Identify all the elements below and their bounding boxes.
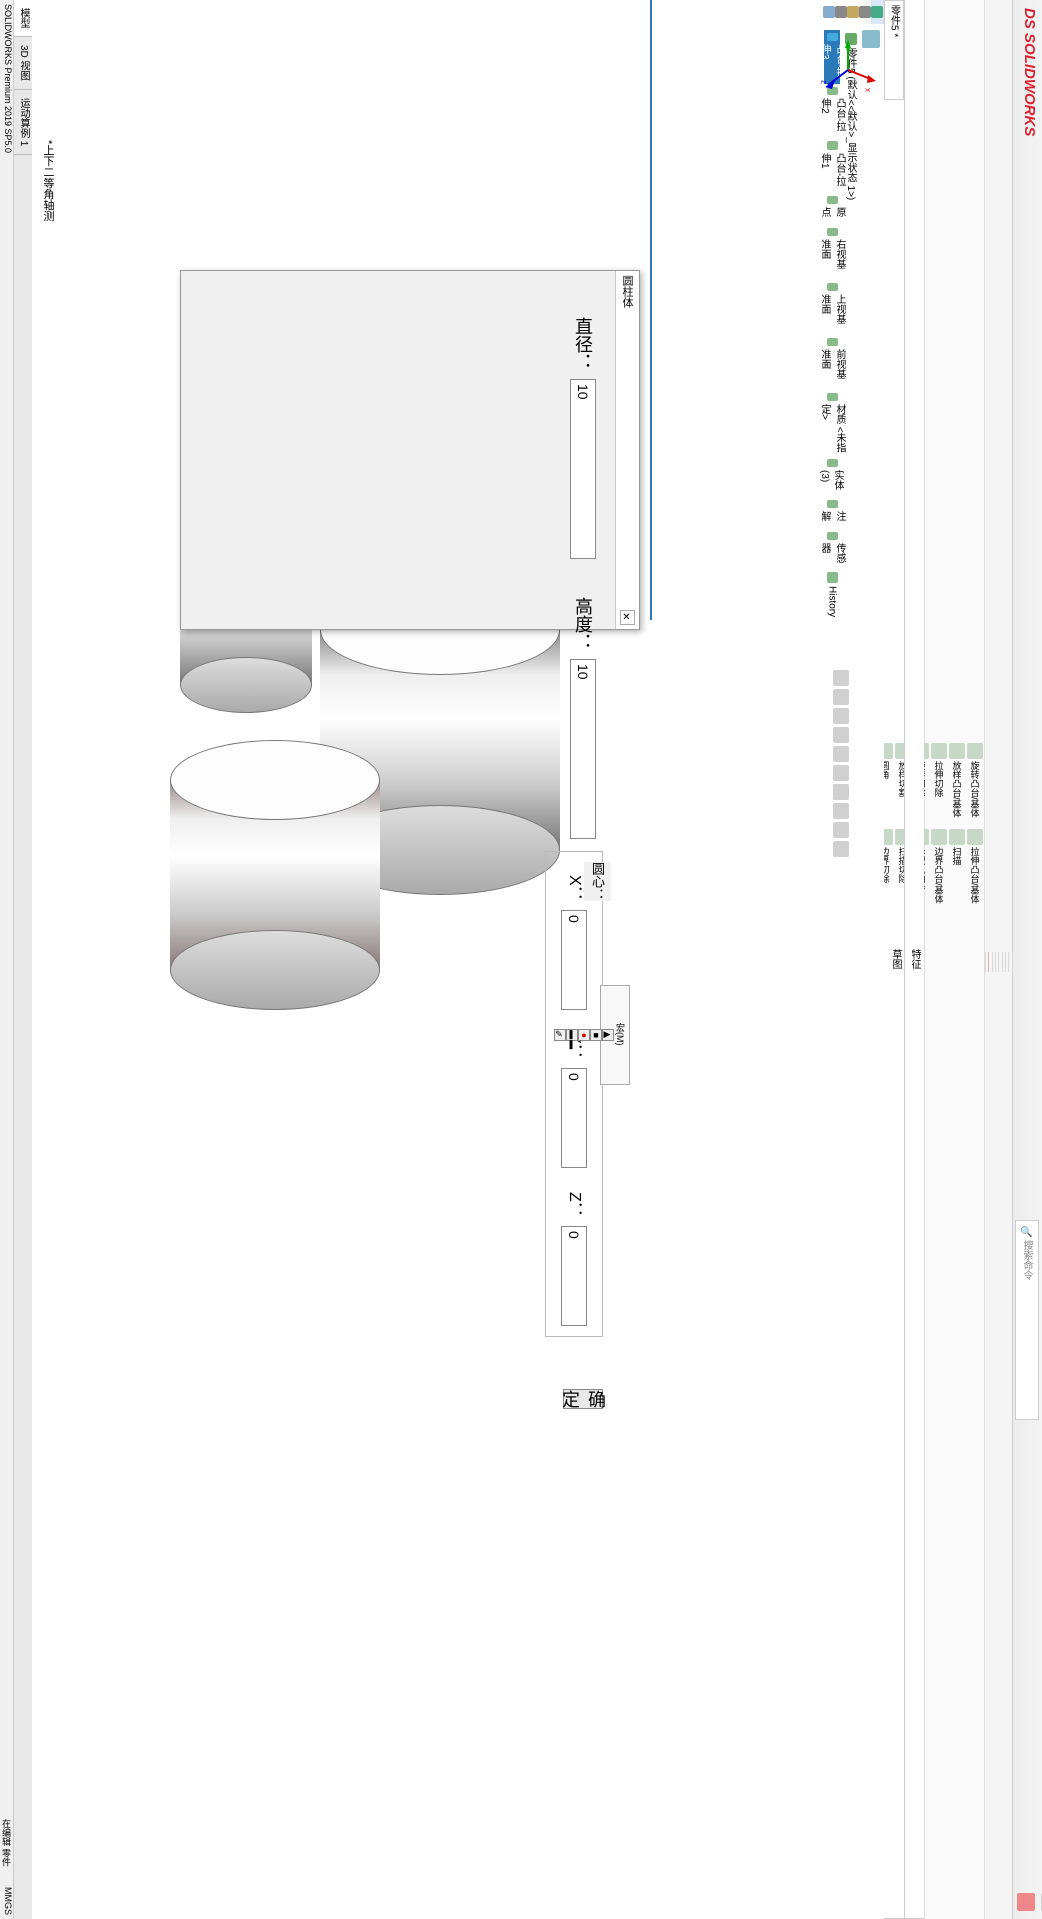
tree-tab-config[interactable] [847,0,859,24]
tree-item-材质 <未指定>[interactable]: 材质 <未指定> [824,390,840,456]
cylinder-dialog: 圆柱体 ✕ 直径： 高度： 圆心： X： Y： Z： 确定 [180,270,640,630]
svg-text:z: z [820,80,829,84]
ribbon-icon [949,829,965,845]
document-tab[interactable]: 零件5 * [884,0,904,100]
tree-item-icon [827,338,838,346]
zoom-area-icon[interactable] [833,689,849,705]
status-bar: SOLIDWORKS Premium 2019 SP5.0 在编辑 零件 MMG… [0,0,14,1919]
ribbon-icon [949,743,965,759]
tree-item-icon [827,393,838,401]
macro-play-icon[interactable]: ▶ [602,1029,614,1041]
height-label: 高度： [570,571,596,651]
tree-item-icon [827,141,838,149]
tree-item-原点[interactable]: 原点 [824,193,840,225]
zoom-fit-icon[interactable] [833,670,849,686]
display-style-icon[interactable] [833,765,849,781]
macro-pause-icon[interactable]: ❚❚ [566,1029,578,1041]
ribbon-icon [931,743,947,759]
tree-item-注解[interactable]: 注解 [824,497,840,529]
appearance-icon[interactable] [833,803,849,819]
hide-show-icon[interactable] [833,784,849,800]
status-units[interactable]: MMGS [0,1887,13,1915]
tree-tab-dim[interactable] [835,0,847,24]
ribbon-旋转凸台/基体[interactable]: 旋转凸台/基体 [966,737,984,824]
ribbon-放样凸台/基体[interactable]: 放样凸台/基体 [948,737,966,824]
ribbon-icon [967,829,983,845]
height-input[interactable] [570,659,596,839]
x-input[interactable] [561,910,587,1010]
tree-item-icon [827,500,838,508]
ribbon-拉伸凸台/基体[interactable]: 拉伸凸台/基体 [966,823,984,910]
status-editing: 在编辑 零件 [0,1819,13,1867]
section-view-icon[interactable] [833,727,849,743]
tree-item-icon [827,196,838,204]
svg-text:x: x [864,88,873,92]
view-orient-icon[interactable] [833,746,849,762]
close-icon[interactable] [1017,1893,1035,1911]
x-label: X： [562,862,586,902]
app-logo: DS SOLIDWORKS [1017,0,1042,1919]
view-orientation-label: *上下二等角轴测 [40,140,56,221]
ribbon-边界凸台/基体[interactable]: 边界凸台/基体 [930,823,948,910]
tree-item-icon [827,532,838,540]
ribbon-icon [967,743,983,759]
ribbon-扫描[interactable]: 扫描 [948,823,966,910]
center-group-label: 圆心： [584,862,611,901]
search-input[interactable]: 🔍 搜索命令 [1015,1220,1039,1420]
tree-tab-display[interactable] [823,0,835,24]
macro-record-icon[interactable]: ● [578,1029,590,1041]
ribbon-拉伸切除[interactable]: 拉伸切除 [930,737,948,824]
tree-tab-feature[interactable] [871,0,883,24]
cm-tab-草图[interactable]: 草图 [886,0,905,1919]
tree-tab-property[interactable] [859,0,871,24]
z-label: Z： [562,1178,586,1218]
prev-view-icon[interactable] [833,708,849,724]
macro-edit-icon[interactable]: ✎ [554,1029,566,1041]
cylinder-3[interactable] [170,780,380,970]
macro-title: 宏(M) [614,1023,627,1046]
view-triad: y x z [818,40,878,100]
tree-item-icon [827,459,838,467]
tree-item-前视基准面[interactable]: 前视基准面 [824,335,840,390]
tree-item-icon [827,228,838,236]
cm-tab-特征[interactable]: 特征 [905,0,924,1919]
ok-button[interactable]: 确定 [563,1389,603,1409]
tab-3dview[interactable]: 3D 视图 [14,37,32,90]
tree-item-凸台-拉伸1[interactable]: 凸台-拉伸1 [824,138,840,192]
z-input[interactable] [561,1226,587,1326]
tree-item-icon [827,283,838,291]
macro-stop-icon[interactable]: ■ [590,1029,602,1041]
heads-up-toolbar [830,670,852,930]
status-version: SOLIDWORKS Premium 2019 SP5.0 [0,4,13,153]
y-input[interactable] [561,1068,587,1168]
ribbon-icon [931,829,947,845]
tree-item-上视基准面[interactable]: 上视基准面 [824,280,840,335]
scene-icon[interactable] [833,822,849,838]
tree-item-History[interactable]: History [824,569,840,620]
tab-model[interactable]: 模型 [14,0,32,37]
tree-item-实体(3)[interactable]: 实体(3) [824,456,840,497]
tree-item-icon [827,572,838,583]
dialog-close-button[interactable]: ✕ [620,610,635,625]
view-settings-icon[interactable] [833,841,849,857]
tree-item-右视基准面[interactable]: 右视基准面 [824,225,840,280]
tree-item-传感器[interactable]: 传感器 [824,529,840,569]
diameter-input[interactable] [570,379,596,559]
macro-toolbar: 宏(M) ▶ ■ ● ❚❚ ✎ [600,985,630,1085]
diameter-label: 直径： [570,291,596,371]
tab-motion[interactable]: 运动算例 1 [14,90,32,155]
dialog-title: 圆柱体 [620,275,635,308]
svg-text:y: y [846,48,855,52]
